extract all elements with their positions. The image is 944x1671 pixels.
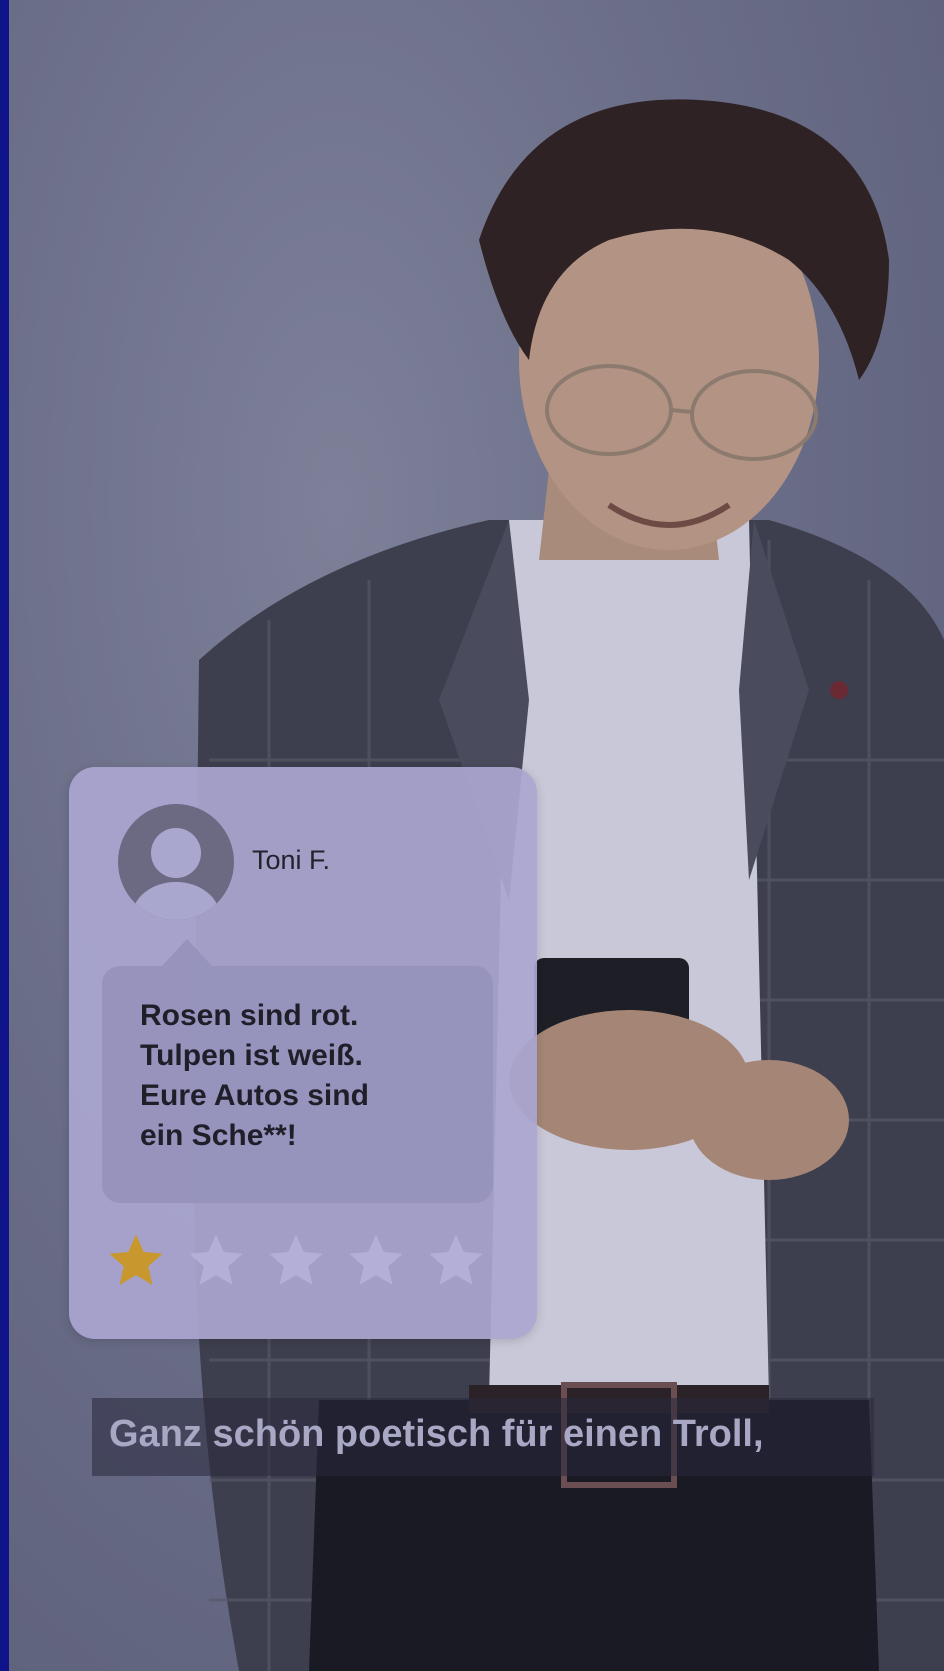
subtitle-caption: Ganz schön poetisch für einen Troll, [92, 1398, 874, 1476]
star-icon [269, 1234, 323, 1285]
review-text-line: Eure Autos sind [140, 1079, 369, 1112]
video-stage: Toni F. Rosen sind rot. Tulpen ist weiß.… [9, 0, 944, 1671]
user-avatar-icon [118, 804, 234, 920]
video-frame: Toni F. Rosen sind rot. Tulpen ist weiß.… [0, 0, 944, 1671]
review-text-line: ein Sche**! [140, 1119, 297, 1152]
review-text: Rosen sind rot. Tulpen ist weiß. Eure Au… [140, 996, 480, 1156]
star-icon [429, 1234, 483, 1285]
reviewer-name: Toni F. [252, 845, 331, 875]
star-rating [104, 1229, 504, 1299]
review-text-line: Tulpen ist weiß. [140, 1039, 363, 1072]
review-card: Toni F. Rosen sind rot. Tulpen ist weiß.… [69, 767, 537, 1339]
star-icon [109, 1234, 163, 1285]
subtitle-text: Ganz schön poetisch für einen Troll, [109, 1413, 764, 1455]
review-text-line: Rosen sind rot. [140, 999, 359, 1032]
star-icon [349, 1234, 403, 1285]
speech-bubble-tail [161, 939, 213, 967]
star-icon [189, 1234, 243, 1285]
review-bubble: Rosen sind rot. Tulpen ist weiß. Eure Au… [102, 966, 493, 1203]
